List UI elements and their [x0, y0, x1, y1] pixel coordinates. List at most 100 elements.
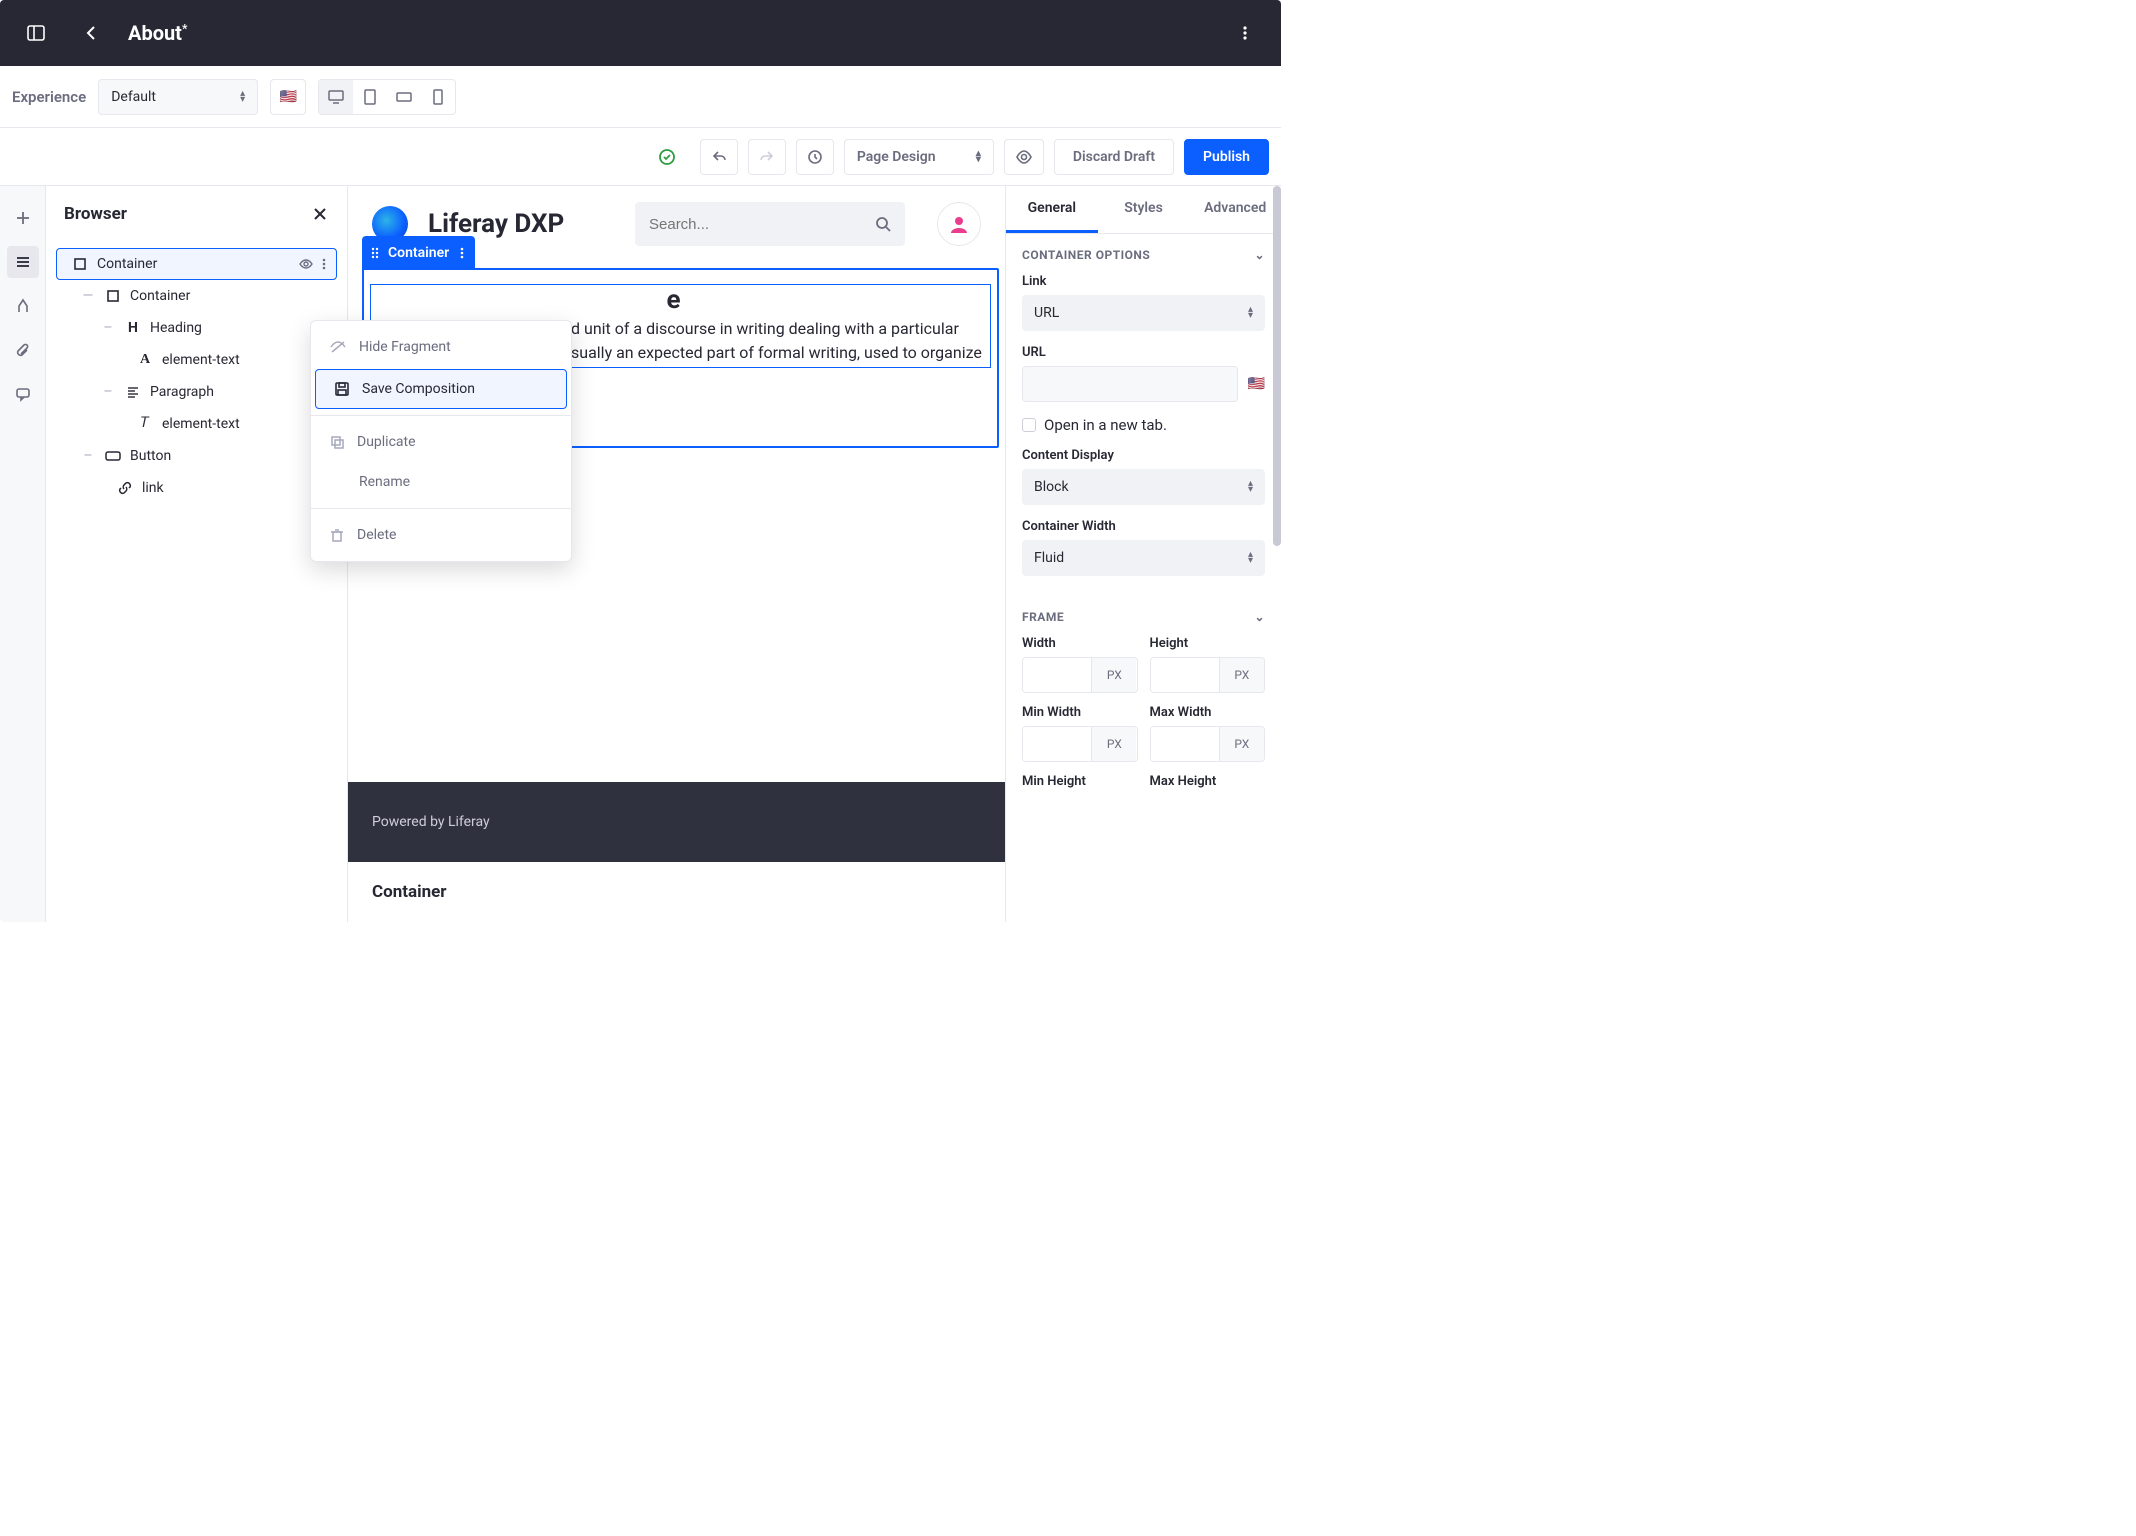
brand-name: Liferay DXP — [428, 209, 564, 239]
browser-panel: Browser Container — — [46, 186, 348, 922]
toolbar-secondary: Page Design ▴▾ Discard Draft Publish — [0, 128, 1281, 186]
redo-button[interactable] — [748, 139, 786, 175]
sidebar-toggle-icon[interactable] — [16, 13, 56, 53]
panel-title: Browser — [64, 204, 127, 224]
discard-draft-button[interactable]: Discard Draft — [1054, 139, 1174, 175]
canvas-bottom-label: Container — [348, 862, 1005, 922]
viewport-desktop-icon[interactable] — [319, 80, 353, 114]
max-width-input[interactable]: PX — [1150, 726, 1266, 762]
search-icon — [875, 216, 891, 232]
tab-general[interactable]: General — [1006, 186, 1098, 233]
flag-us-icon: 🇺🇸 — [279, 89, 296, 105]
ctx-duplicate[interactable]: Duplicate — [311, 422, 571, 462]
tree-item-element-text[interactable]: A element-text — [56, 344, 337, 376]
duplicate-icon — [329, 434, 345, 450]
canvas-footer: Powered by Liferay — [348, 782, 1005, 862]
content-display-label: Content Display — [1022, 448, 1265, 463]
viewport-segmented — [318, 79, 456, 115]
section-frame: FRAME — [1022, 610, 1064, 624]
experience-label: Experience — [12, 88, 86, 106]
panel-close-icon[interactable] — [311, 205, 329, 223]
tab-styles[interactable]: Styles — [1098, 186, 1190, 233]
container-width-label: Container Width — [1022, 519, 1265, 534]
experience-select[interactable]: Default ▴▾ — [98, 79, 258, 115]
page-title: About* — [128, 21, 187, 45]
button-icon — [104, 450, 122, 462]
text-icon: A — [136, 352, 154, 368]
history-button[interactable] — [796, 139, 834, 175]
text-type-icon: 𝑇 — [136, 416, 154, 432]
tree-kebab-icon[interactable] — [318, 256, 330, 272]
user-avatar[interactable] — [937, 202, 981, 246]
status-check-icon — [658, 148, 676, 166]
chevron-down-icon[interactable]: ⌄ — [1254, 248, 1265, 262]
kebab-icon[interactable] — [1225, 13, 1265, 53]
link-label: Link — [1022, 274, 1265, 289]
selection-label: Container — [388, 245, 449, 261]
selection-toolbar: Container — [362, 236, 475, 270]
toolbar-primary: Experience Default ▴▾ 🇺🇸 — [0, 66, 1281, 128]
left-rail — [0, 186, 46, 922]
tree-item-element-text[interactable]: 𝑇 element-text — [56, 408, 337, 440]
locale-flag[interactable]: 🇺🇸 — [270, 79, 306, 115]
width-label: Width — [1022, 636, 1138, 651]
publish-button[interactable]: Publish — [1184, 139, 1269, 175]
tree-item-heading[interactable]: – H Heading — [56, 312, 337, 344]
drag-handle-icon[interactable] — [370, 246, 380, 260]
tab-advanced[interactable]: Advanced — [1189, 186, 1281, 233]
eye-off-icon — [329, 340, 347, 354]
heading-icon: H — [124, 320, 142, 336]
content-display-select[interactable]: Block▴▾ — [1022, 469, 1265, 505]
link-select[interactable]: URL▴▾ — [1022, 295, 1265, 331]
page-mode-select[interactable]: Page Design ▴▾ — [844, 139, 994, 175]
tree-item-container[interactable]: — Container — [56, 280, 337, 312]
section-container-options: CONTAINER OPTIONS — [1022, 248, 1150, 262]
search-input[interactable] — [635, 202, 905, 246]
ctx-hide-fragment[interactable]: Hide Fragment — [311, 327, 571, 367]
url-input[interactable] — [1022, 366, 1238, 402]
max-height-label: Max Height — [1150, 774, 1266, 789]
container-width-select[interactable]: Fluid▴▾ — [1022, 540, 1265, 576]
height-input[interactable]: PX — [1150, 657, 1266, 693]
height-label: Height — [1150, 636, 1266, 651]
viewport-tablet-icon[interactable] — [353, 80, 387, 114]
element-tree: Container — Container – H Heading — [46, 242, 347, 510]
back-icon[interactable] — [72, 13, 112, 53]
ctx-delete[interactable]: Delete — [311, 515, 571, 555]
ctx-rename[interactable]: Rename — [311, 462, 571, 502]
scrollbar[interactable] — [1273, 186, 1281, 546]
app-header: About* — [0, 0, 1281, 66]
square-icon — [71, 257, 89, 271]
trash-icon — [329, 527, 345, 543]
tree-item-container-root[interactable]: Container — [56, 248, 337, 280]
tree-item-button[interactable]: – Button — [56, 440, 337, 472]
rail-comments-icon[interactable] — [7, 378, 39, 410]
width-input[interactable]: PX — [1022, 657, 1138, 693]
rail-browser-icon[interactable] — [7, 246, 39, 278]
paragraph-icon — [124, 385, 142, 399]
chevron-down-icon[interactable]: ⌄ — [1254, 610, 1265, 624]
min-height-label: Min Height — [1022, 774, 1138, 789]
context-menu: Hide Fragment Save Composition Duplicate… — [310, 320, 572, 562]
tree-item-link[interactable]: link — [56, 472, 337, 504]
rail-add-icon[interactable] — [7, 202, 39, 234]
rail-attachment-icon[interactable] — [7, 334, 39, 366]
flag-us-icon[interactable]: 🇺🇸 — [1248, 376, 1265, 392]
undo-button[interactable] — [700, 139, 738, 175]
open-new-tab-checkbox[interactable]: Open in a new tab. — [1022, 416, 1265, 434]
rail-design-icon[interactable] — [7, 290, 39, 322]
square-icon — [104, 289, 122, 303]
max-width-label: Max Width — [1150, 705, 1266, 720]
tree-item-paragraph[interactable]: – Paragraph — [56, 376, 337, 408]
viewport-tablet-landscape-icon[interactable] — [387, 80, 421, 114]
selection-kebab-icon[interactable] — [457, 246, 467, 260]
url-label: URL — [1022, 345, 1265, 360]
viewport-mobile-icon[interactable] — [421, 80, 455, 114]
ctx-save-composition[interactable]: Save Composition — [315, 369, 567, 409]
visibility-icon[interactable] — [298, 256, 314, 272]
min-width-input[interactable]: PX — [1022, 726, 1138, 762]
save-icon — [334, 381, 350, 397]
config-panel: General Styles Advanced CONTAINER OPTION… — [1005, 186, 1281, 922]
preview-button[interactable] — [1004, 139, 1044, 175]
min-width-label: Min Width — [1022, 705, 1138, 720]
